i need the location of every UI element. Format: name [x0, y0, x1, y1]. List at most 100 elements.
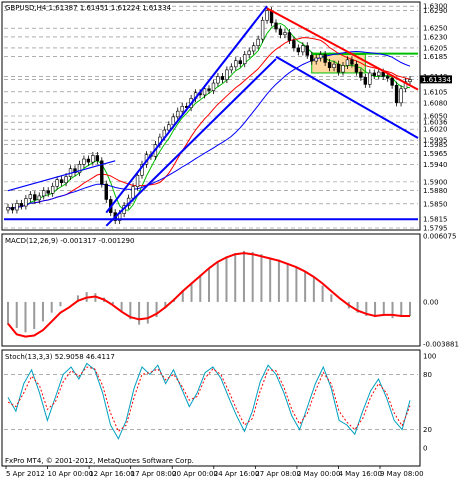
candle-body: [216, 76, 220, 84]
macd-tick-label: -0.003881: [423, 341, 459, 349]
candle-body: [135, 174, 140, 188]
candle-body: [363, 77, 368, 85]
price-axis: 1.63001.62901.62501.62301.62051.61851.61…: [420, 3, 452, 233]
time-tick-label: 4 May 16:00: [338, 470, 382, 478]
candle-body: [46, 190, 50, 194]
candle-body: [64, 176, 68, 184]
symbol-header: GBPUSD,H4 1.61387 1.61451 1.61224 1.6133…: [5, 4, 172, 12]
stoch-tick-label: 80: [423, 371, 432, 379]
time-tick-label: 24 Apr 16:00: [214, 470, 260, 478]
macd-tick-label: 0.006075: [423, 233, 456, 241]
candle-body: [243, 54, 247, 65]
candle-body: [33, 194, 37, 201]
price-tick-label: 1.5880: [423, 187, 448, 195]
candle-body: [341, 65, 345, 73]
price-tick-label: 1.5795: [423, 225, 448, 233]
candle-body: [292, 40, 296, 49]
price-tick-label: 1.5985: [423, 141, 448, 149]
candle-body: [95, 155, 100, 162]
stoch-tick-label: 100: [423, 353, 436, 361]
candle-body: [207, 88, 211, 91]
candle-body: [345, 59, 350, 66]
chart-svg: 1.63001.62901.62501.62301.62051.61851.61…: [1, 1, 459, 478]
candle-body: [238, 60, 242, 65]
candle-body: [234, 60, 238, 68]
candle-body: [59, 179, 64, 184]
time-tick-label: 2 May 00:00: [297, 470, 341, 478]
candle-body: [301, 45, 305, 53]
candle-body: [327, 62, 332, 68]
candle-body: [42, 190, 46, 197]
candle-body: [229, 66, 234, 71]
candle-body: [171, 116, 175, 126]
candle-body: [265, 10, 269, 21]
candle-body: [399, 88, 403, 104]
candle-body: [15, 203, 19, 211]
time-tick-label: 27 Apr 08:00: [255, 470, 301, 478]
candle-body: [104, 183, 108, 200]
candle-body: [408, 79, 412, 83]
stoch-panel: [1, 349, 421, 467]
candle-body: [82, 158, 86, 165]
stoch-header: Stoch(13,3,3) 52.9058 46.4117: [5, 353, 115, 361]
price-tick-label: 1.6290: [423, 7, 448, 15]
candle-body: [274, 22, 278, 30]
chart-window: 1.6300 1.6290 1.6250 1.6230 1.6205 1.6185 1.61…: [0, 0, 472, 480]
candle-body: [167, 124, 171, 131]
candle-body: [283, 32, 287, 36]
candle-body: [247, 50, 251, 55]
candle-body: [176, 110, 180, 118]
price-tick-label: 1.5940: [423, 161, 448, 169]
candle-body: [310, 55, 314, 62]
macd-axis: 0.006075 0.00 -0.003881: [423, 233, 459, 349]
candle-body: [323, 54, 327, 63]
macd-header: MACD(12,26,9) -0.001317 -0.001290: [5, 237, 134, 245]
price-tick-label: 1.6105: [423, 88, 448, 96]
candle-body: [55, 179, 59, 187]
candle-body: [278, 28, 283, 36]
time-tick-label: 9 May 08:00: [380, 470, 424, 478]
candle-body: [24, 198, 28, 207]
candle-body: [372, 72, 376, 76]
current-price-label: 1.61334: [422, 76, 451, 84]
price-tick-label: 1.6230: [423, 33, 448, 41]
candle-body: [86, 158, 91, 163]
candle-body: [260, 19, 265, 40]
time-tick-label: 12 Apr 16:00: [89, 470, 135, 478]
price-tick-label: 1.5900: [423, 178, 448, 186]
candle-body: [314, 57, 318, 62]
candle-body: [19, 203, 24, 207]
candle-body: [385, 76, 390, 79]
candle-body: [225, 69, 229, 80]
candle-body: [91, 155, 95, 163]
candle-body: [180, 106, 184, 112]
candle-body: [10, 207, 15, 211]
price-tick-label: 1.5965: [423, 150, 448, 158]
macd-panel: [1, 233, 421, 347]
price-tick-label: 1.6205: [423, 44, 448, 52]
time-tick-label: 10 Apr 00:00: [48, 470, 94, 478]
candle-body: [390, 77, 394, 86]
candle-body: [368, 72, 372, 85]
candle-body: [202, 88, 207, 96]
candle-body: [28, 194, 33, 199]
candle-body: [37, 195, 41, 201]
candle-body: [305, 45, 309, 56]
candle-body: [359, 71, 363, 78]
candle-body: [220, 76, 225, 80]
stoch-tick-label: 0: [423, 445, 427, 453]
candle-body: [394, 84, 399, 104]
stoch-tick-label: 20: [423, 426, 432, 434]
candle-body: [256, 38, 260, 47]
candle-body: [296, 47, 301, 53]
time-tick-label: 5 Apr 2012: [6, 470, 45, 478]
copyright-text: FxPro MT4, © 2001-2012, MetaQuotes Softw…: [5, 457, 194, 465]
candle-body: [318, 54, 323, 59]
candle-body: [336, 63, 341, 73]
time-tick-label: 17 Apr 08:00: [131, 470, 177, 478]
price-tick-label: 1.6020: [423, 126, 448, 134]
price-tick-label: 1.5815: [423, 216, 448, 224]
price-tick-label: 1.6185: [423, 53, 448, 61]
candle-body: [131, 186, 135, 199]
candle-body: [354, 63, 359, 73]
